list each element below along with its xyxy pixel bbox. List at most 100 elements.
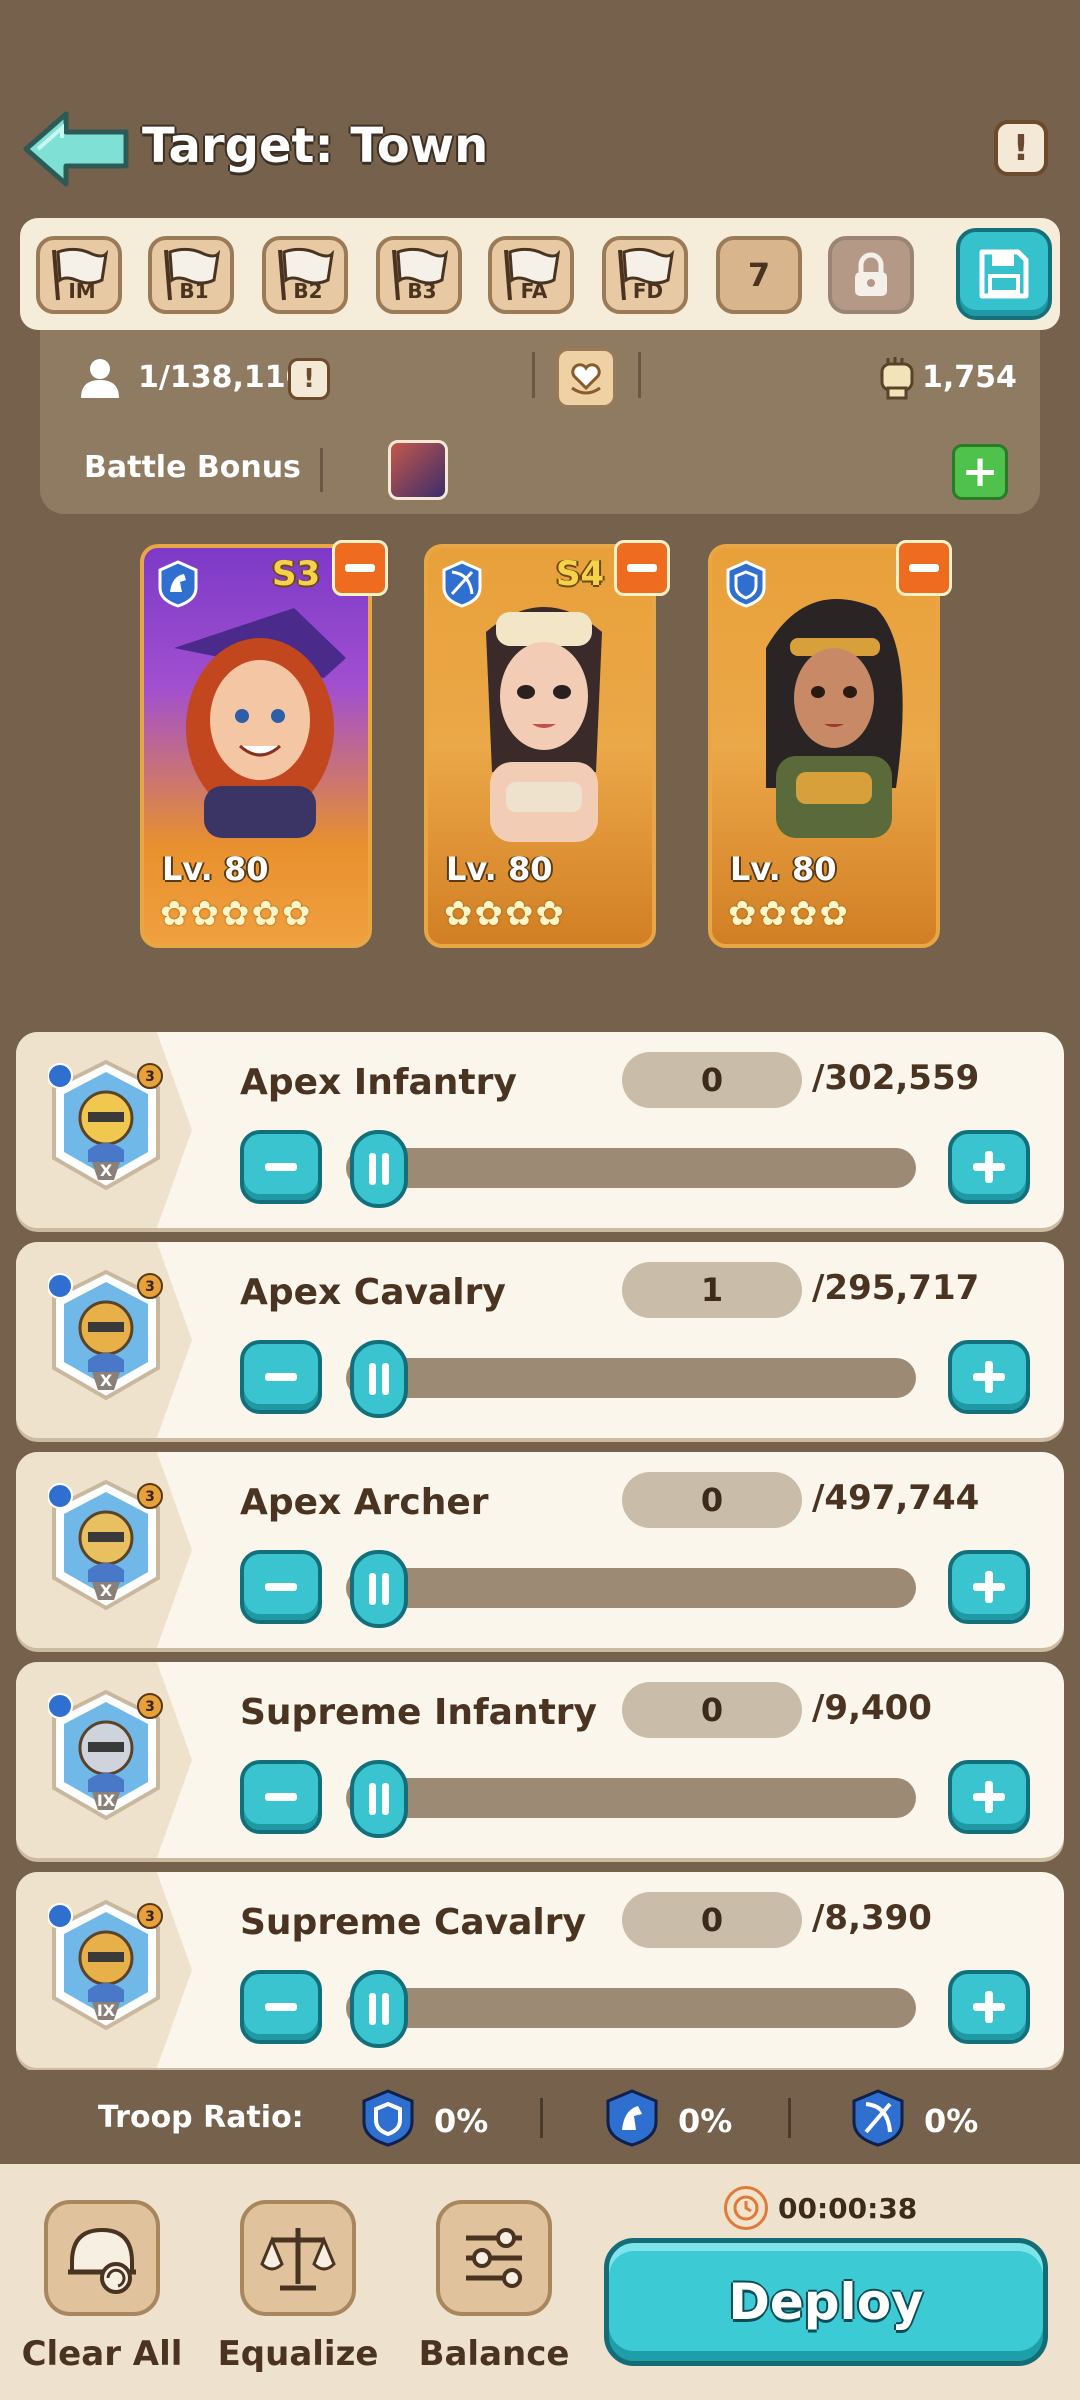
divider xyxy=(320,448,323,492)
troop-count-input[interactable]: 0 xyxy=(622,1472,802,1528)
increase-button[interactable] xyxy=(948,1970,1030,2044)
troop-slider-track[interactable] xyxy=(346,1568,916,1608)
clear-all-button[interactable] xyxy=(44,2200,160,2316)
plus-icon xyxy=(973,1781,1005,1813)
troop-max: /302,559 xyxy=(812,1058,980,1098)
cavalry-icon xyxy=(48,1903,73,1929)
preset-b3-button[interactable]: B3 xyxy=(376,236,462,314)
svg-text:B2: B2 xyxy=(293,279,322,303)
troop-count-input[interactable]: 0 xyxy=(622,1052,802,1108)
add-bonus-button[interactable]: + xyxy=(952,444,1008,500)
remove-hero-1-button[interactable] xyxy=(332,540,388,596)
troop-max: /9,400 xyxy=(812,1688,932,1728)
troop-ratio-label: Troop Ratio: xyxy=(98,2100,304,2135)
fist-icon xyxy=(880,357,914,400)
hero-stars: ✿✿✿✿ xyxy=(444,894,566,934)
troop-slider-handle[interactable] xyxy=(350,1970,408,2048)
decrease-button[interactable] xyxy=(240,1130,322,1204)
cavalry-ratio: 0% xyxy=(678,2102,733,2140)
troop-name: Apex Infantry xyxy=(240,1062,517,1103)
deploy-button[interactable]: Deploy xyxy=(604,2238,1048,2366)
troop-slider-track[interactable] xyxy=(346,1778,916,1818)
svg-text:IX: IX xyxy=(97,1791,116,1810)
remove-hero-3-button[interactable] xyxy=(896,540,952,596)
svg-text:3: 3 xyxy=(145,1699,155,1715)
troop-slider-handle[interactable] xyxy=(350,1340,408,1418)
balance-button[interactable] xyxy=(436,2200,552,2316)
flag-icon: FA xyxy=(504,247,561,303)
troop-slider-handle[interactable] xyxy=(350,1760,408,1838)
svg-text:B3: B3 xyxy=(407,279,436,303)
hero-card-3[interactable]: Lv. 80 ✿✿✿✿ xyxy=(708,544,940,948)
archer-icon xyxy=(48,1483,73,1509)
increase-button[interactable] xyxy=(948,1760,1030,1834)
decrease-button[interactable] xyxy=(240,1760,322,1834)
troop-slider-track[interactable] xyxy=(346,1988,916,2028)
troop-slider-handle[interactable] xyxy=(350,1550,408,1628)
remove-hero-2-button[interactable] xyxy=(614,540,670,596)
power-value: 1,754 xyxy=(922,360,1017,395)
minus-icon xyxy=(265,1373,297,1381)
divider xyxy=(532,352,535,398)
preset-fd-button[interactable]: FD xyxy=(602,236,688,314)
cavalry-icon xyxy=(48,1273,73,1299)
plus-icon xyxy=(973,1361,1005,1393)
decrease-button[interactable] xyxy=(240,1550,322,1624)
svg-text:IX: IX xyxy=(97,2001,116,2020)
preset-b2-button[interactable]: B2 xyxy=(262,236,348,314)
troop-max: /8,390 xyxy=(812,1898,932,1938)
info-button[interactable]: ! xyxy=(994,120,1048,176)
bonus-hero-avatar[interactable] xyxy=(388,440,448,500)
divider xyxy=(638,352,641,398)
preset-im-button[interactable]: IM xyxy=(36,236,122,314)
troop-slider-track[interactable] xyxy=(346,1358,916,1398)
scales-icon xyxy=(260,2228,336,2291)
flag-icon: B2 xyxy=(278,247,335,303)
rank-info-button[interactable]: ! xyxy=(288,358,330,400)
minus-icon xyxy=(265,2003,297,2011)
archer-icon xyxy=(852,2089,904,2147)
hero-portrait xyxy=(486,607,602,842)
troop-count-input[interactable]: 0 xyxy=(622,1892,802,1948)
increase-button[interactable] xyxy=(948,1130,1030,1204)
svg-text:IM: IM xyxy=(68,279,95,303)
troop-count-input[interactable]: 0 xyxy=(622,1682,802,1738)
preset-b1-button[interactable]: B1 xyxy=(148,236,234,314)
preset-7-button[interactable]: 7 xyxy=(716,236,802,314)
save-button[interactable] xyxy=(956,228,1052,320)
troop-max: /295,717 xyxy=(812,1268,980,1308)
troop-row: X 3 Apex Archer 0 /497,744 xyxy=(16,1452,1064,1648)
preset-fa-button[interactable]: FA xyxy=(488,236,574,314)
svg-text:3: 3 xyxy=(145,1069,155,1085)
equalize-button[interactable] xyxy=(240,2200,356,2316)
troop-slider-track[interactable] xyxy=(346,1148,916,1188)
svg-text:FA: FA xyxy=(521,279,548,303)
troop-slider-handle[interactable] xyxy=(350,1130,408,1208)
back-arrow-icon[interactable] xyxy=(22,108,132,190)
increase-button[interactable] xyxy=(948,1340,1030,1414)
increase-button[interactable] xyxy=(948,1550,1030,1624)
decrease-button[interactable] xyxy=(240,1340,322,1414)
hero-level: Lv. 80 xyxy=(730,850,837,888)
hero-stars: ✿✿✿✿ xyxy=(728,894,850,934)
locked-preset-button[interactable] xyxy=(828,236,914,314)
hero-card-2[interactable]: S4 Lv. 80 ✿✿✿✿ xyxy=(424,544,656,948)
user-icon xyxy=(81,359,119,398)
heart-hand-button[interactable] xyxy=(556,348,616,408)
troop-count-input[interactable]: 1 xyxy=(622,1262,802,1318)
clock-icon xyxy=(724,2186,768,2230)
svg-text:X: X xyxy=(100,1581,113,1600)
hero-portrait xyxy=(766,599,903,838)
equalize-label: Equalize xyxy=(217,2334,379,2374)
decrease-button[interactable] xyxy=(240,1970,322,2044)
plus-icon xyxy=(973,1151,1005,1183)
troop-name: Supreme Infantry xyxy=(240,1692,597,1733)
flag-icon: B3 xyxy=(392,247,449,303)
flag-icon: IM xyxy=(52,247,109,303)
hero-card-1[interactable]: S3 Lv. 80 ✿✿✿✿✿ xyxy=(140,544,372,948)
svg-text:B1: B1 xyxy=(179,279,208,303)
svg-text:3: 3 xyxy=(145,1489,155,1505)
hero-stars: ✿✿✿✿✿ xyxy=(160,894,313,934)
troop-portrait: X 3 xyxy=(48,1059,163,1191)
archer-ratio: 0% xyxy=(924,2102,979,2140)
